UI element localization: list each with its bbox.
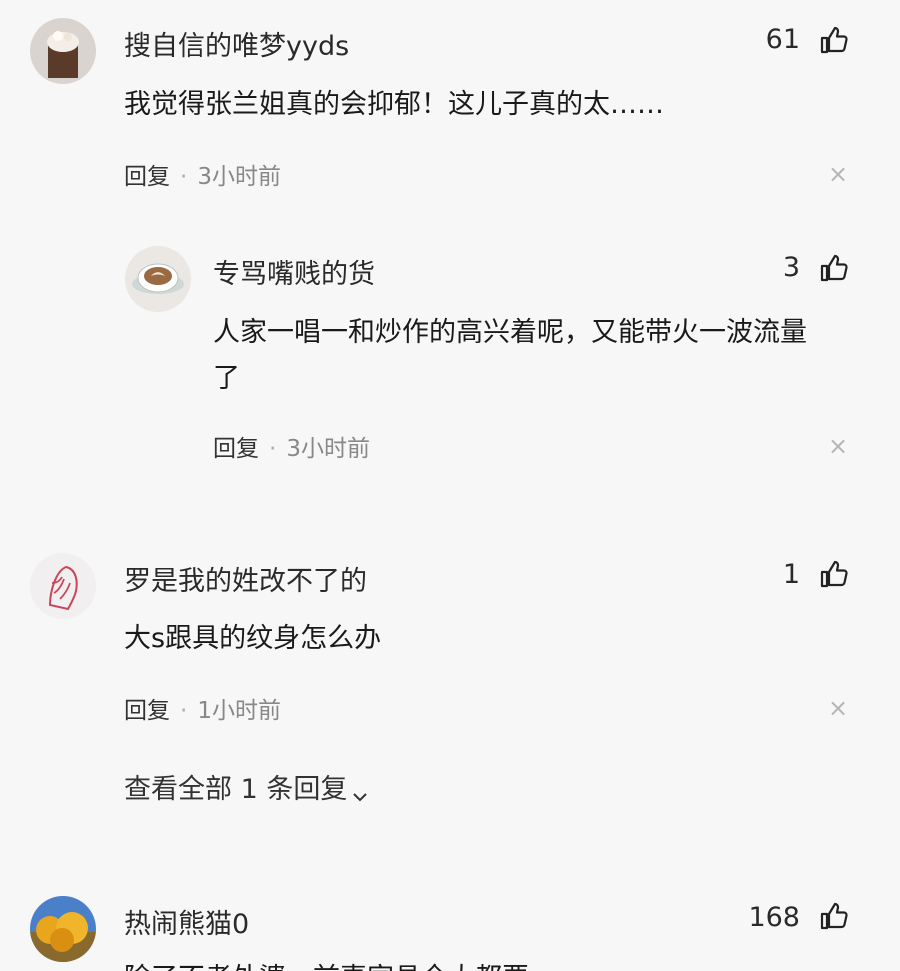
view-replies-button[interactable]: 查看全部 1 条回复 [124,767,369,806]
timestamp: 1小时前 [197,698,281,724]
avatar[interactable] [30,18,96,84]
like-count: 1 [782,559,800,590]
avatar[interactable] [30,896,96,962]
avatar[interactable] [30,553,96,619]
close-icon[interactable]: × [828,160,848,188]
comment-meta: 回复 · 3小时前 [124,157,281,191]
username[interactable]: 罗是我的姓改不了的 [124,559,367,598]
avatar-image [125,246,191,312]
reply-button[interactable]: 回复 [124,698,170,724]
thumbs-up-icon[interactable] [818,24,850,56]
comment-meta: 回复 · 1小时前 [124,691,281,725]
separator-dot: · [180,698,188,724]
view-replies-label: 查看全部 1 条回复 [124,774,348,805]
comment-text: 我觉得张兰姐真的会抑郁！这儿子真的太…… [124,89,664,120]
comment-text: 人家一唱一和炒作的高兴着呢，又能带火一波流量了 [213,317,807,394]
thumbs-up-icon[interactable] [818,252,850,284]
comment-meta: 回复 · 3小时前 [213,429,370,463]
like-count: 3 [782,252,800,283]
avatar-image [30,18,96,84]
avatar-image [30,553,96,619]
avatar[interactable] [125,246,191,312]
username[interactable]: 搜自信的唯梦yyds [124,24,349,63]
reply-button[interactable]: 回复 [124,164,170,190]
username[interactable]: 专骂嘴贱的货 [213,252,375,291]
reply-button[interactable]: 回复 [213,436,259,462]
chevron-down-icon [351,782,369,801]
thumbs-up-icon[interactable] [818,900,850,932]
username[interactable]: 热闹熊猫0 [124,902,249,941]
timestamp: 3小时前 [197,164,281,190]
comment-text: 大s跟具的纹身怎么办 [124,623,382,654]
like-count: 61 [765,24,800,55]
like-count: 168 [748,902,800,933]
avatar-image [30,896,96,962]
close-icon[interactable]: × [828,432,848,460]
comment-text: 除了不孝外婆，前妻家具全大都要 [124,956,804,971]
close-icon[interactable]: × [828,694,848,722]
separator-dot: · [269,436,277,462]
separator-dot: · [180,164,188,190]
timestamp: 3小时前 [286,436,370,462]
thumbs-up-icon[interactable] [818,558,850,590]
